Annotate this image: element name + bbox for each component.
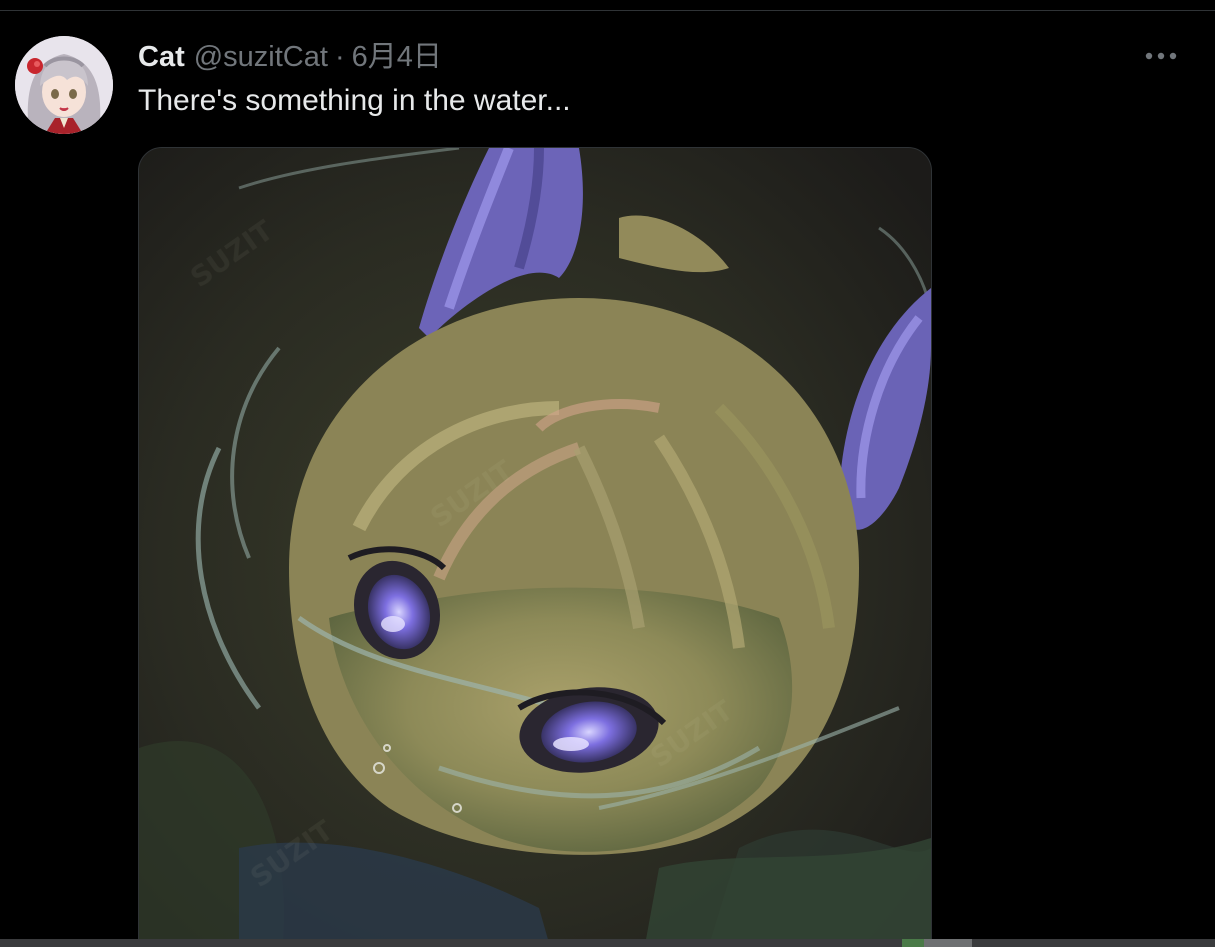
tweet[interactable]: Cat @suzitCat · 6月4日 There's something i… xyxy=(0,11,1215,947)
timeline-viewport: Cat @suzitCat · 6月4日 There's something i… xyxy=(0,0,1215,947)
author-display-name[interactable]: Cat xyxy=(138,37,185,77)
more-button[interactable] xyxy=(1138,43,1184,69)
horizontal-scrollbar[interactable] xyxy=(0,939,1215,947)
tweet-header: Cat @suzitCat · 6月4日 xyxy=(138,37,442,77)
more-horizontal-icon xyxy=(1145,52,1177,60)
author-handle[interactable]: @suzitCat xyxy=(194,37,328,77)
avatar-illustration xyxy=(15,36,113,134)
author-avatar[interactable] xyxy=(15,36,113,134)
tweet-text: There's something in the water... xyxy=(138,84,571,117)
illustration-image: SUZIT SUZIT SUZIT SUZIT xyxy=(139,148,931,947)
tweet-date[interactable]: 6月4日 xyxy=(352,37,442,77)
header-separator: · xyxy=(334,41,345,73)
scrollbar-thumb-edge xyxy=(924,939,972,947)
tweet-media[interactable]: SUZIT SUZIT SUZIT SUZIT xyxy=(138,147,932,947)
